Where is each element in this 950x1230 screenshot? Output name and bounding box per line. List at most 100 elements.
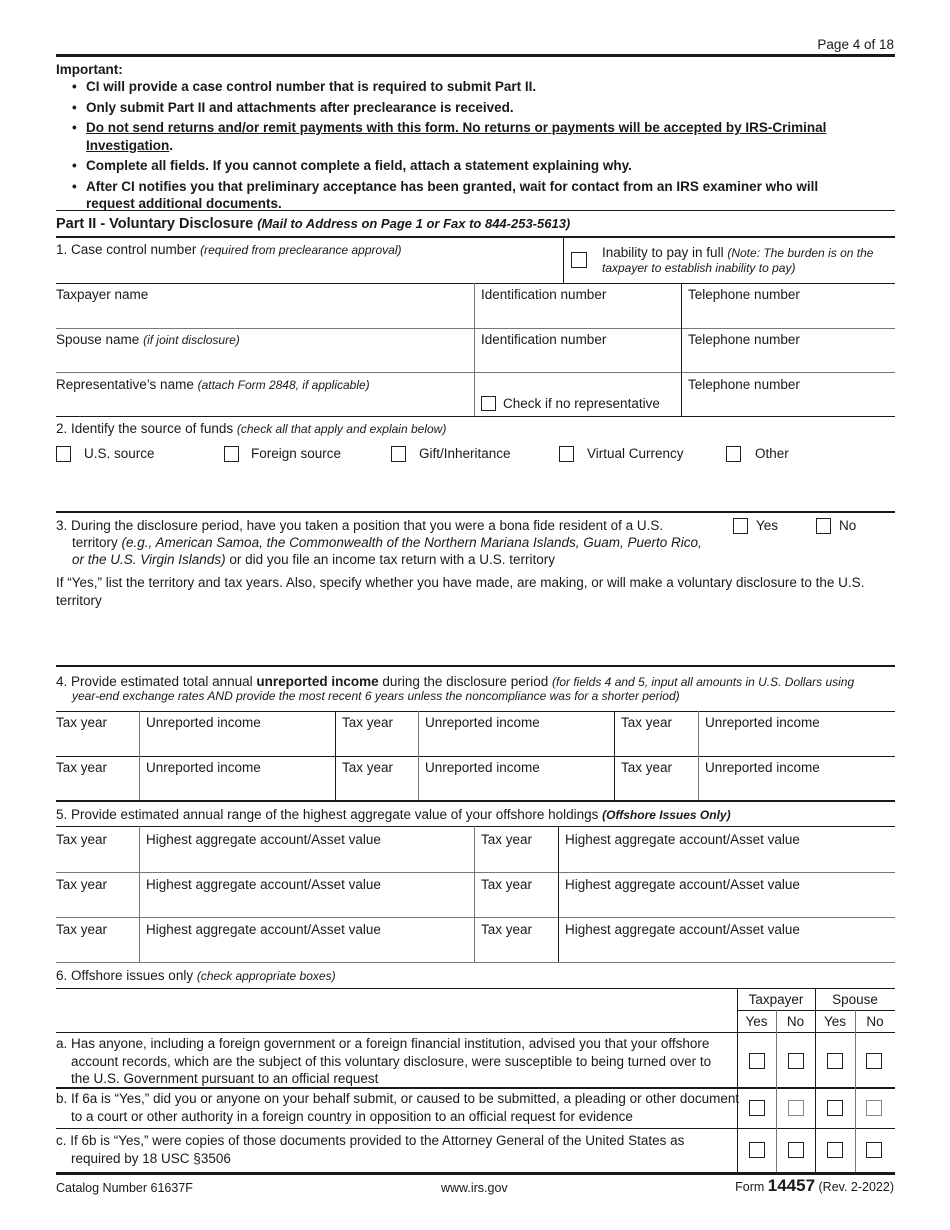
divider [56,917,895,918]
divider [56,665,895,667]
important-list: CI will provide a case control number th… [72,78,862,216]
q6-taxpayer-header: Taxpayer [748,992,804,1007]
divider [558,826,559,962]
q4-tax-year-label: Tax year [56,715,108,730]
q6b-spouse-yes-checkbox[interactable] [827,1100,843,1116]
q4-unreported-label: Unreported income [146,715,261,730]
divider [335,711,336,800]
q3-followup: If “Yes,” list the territory and tax yea… [56,575,865,608]
q4-note: year-end exchange rates AND provide the … [72,689,680,703]
divider [56,372,895,373]
q4-tax-year-label: Tax year [621,760,673,775]
divider [56,1128,895,1129]
q3-line1: 3. During the disclosure period, have yo… [56,518,664,533]
divider [614,711,615,800]
q3-yes-checkbox[interactable] [733,518,748,534]
part2-subtitle: (Mail to Address on Page 1 or Fax to 844… [257,216,571,231]
q5-tax-year-label: Tax year [56,832,108,847]
q3-yes-label: Yes [756,518,779,533]
q4-tax-year-label: Tax year [342,760,394,775]
page-number: Page 4 of 18 [817,37,894,52]
source-of-funds-label: 2. Identify the source of funds (check a… [56,421,447,436]
q6c-text: c. If 6b is “Yes,” were copies of those … [56,1133,685,1166]
q6a-taxpayer-no-checkbox[interactable] [788,1053,804,1069]
q5-tax-year-label: Tax year [481,877,533,892]
virtual-currency-label: Virtual Currency [587,446,684,461]
divider [855,1010,856,1172]
q6c-spouse-no-checkbox[interactable] [866,1142,882,1158]
q6c-taxpayer-yes-checkbox[interactable] [749,1142,765,1158]
taxpayer-id-label: Identification number [481,287,607,302]
website: www.irs.gov [441,1181,508,1195]
q3-no-label: No [839,518,857,533]
q3-line2: territory (e.g., American Samoa, the Com… [72,535,702,550]
divider [563,238,564,283]
form-number: Form 14457 (Rev. 2-2022) [735,1176,894,1195]
q4-tax-year-label: Tax year [342,715,394,730]
divider [737,988,738,1172]
q5-tax-year-label: Tax year [56,922,108,937]
q5-asset-value-label: Highest aggregate account/Asset value [565,832,800,847]
q6-taxpayer-no-header: No [786,1014,805,1029]
important-title: Important: [56,62,123,77]
q6-label: 6. Offshore issues only (check appropria… [56,968,336,983]
part2-heading: Part II - Voluntary Disclosure (Mail to … [56,215,570,234]
us-source-checkbox[interactable] [56,446,71,462]
important-bullet: After CI notifies you that preliminary a… [72,178,862,213]
divider [56,1087,895,1089]
divider [698,711,699,800]
virtual-currency-checkbox[interactable] [559,446,574,462]
q6b-spouse-no-checkbox[interactable] [866,1100,882,1116]
q4-unreported-label: Unreported income [425,715,540,730]
catalog-number: Catalog Number 61637F [56,1181,193,1195]
inability-to-pay-note: taxpayer to establish inability to pay) [602,261,796,275]
taxpayer-name-label: Taxpayer name [56,287,149,302]
q4-unreported-label: Unreported income [425,760,540,775]
divider [56,236,895,238]
no-representative-checkbox[interactable] [481,396,496,411]
representative-phone-label: Telephone number [688,377,800,392]
q6a-text: a. Has anyone, including a foreign gover… [56,1036,712,1087]
divider [56,711,895,712]
q6b-taxpayer-yes-checkbox[interactable] [749,1100,765,1116]
divider [56,416,895,417]
spouse-phone-label: Telephone number [688,332,800,347]
q5-asset-value-label: Highest aggregate account/Asset value [146,922,381,937]
q6c-spouse-yes-checkbox[interactable] [827,1142,843,1158]
q3-no-checkbox[interactable] [816,518,831,534]
q5-tax-year-label: Tax year [481,922,533,937]
other-label: Other [755,446,789,461]
part2-title: Part II - Voluntary Disclosure [56,216,254,232]
q4-unreported-label: Unreported income [705,715,820,730]
inability-to-pay-label: Inability to pay in full (Note: The burd… [602,245,874,260]
divider [56,872,895,873]
important-bullet-text: Do not send returns and/or remit payment… [86,120,827,153]
foreign-source-label: Foreign source [251,446,342,461]
gift-inheritance-checkbox[interactable] [391,446,406,462]
representative-name-label: Representative’s name (attach Form 2848,… [56,377,370,392]
q6a-taxpayer-yes-checkbox[interactable] [749,1053,765,1069]
q6a-spouse-no-checkbox[interactable] [866,1053,882,1069]
q6b-text: b. If 6a is “Yes,” did you or anyone on … [56,1091,740,1124]
case-control-label: 1. Case control number (required from pr… [56,242,402,257]
q6a-spouse-yes-checkbox[interactable] [827,1053,843,1069]
q5-tax-year-label: Tax year [56,877,108,892]
q5-asset-value-label: Highest aggregate account/Asset value [565,877,800,892]
other-checkbox[interactable] [726,446,741,462]
taxpayer-phone-label: Telephone number [688,287,800,302]
no-representative-label: Check if no representative [503,396,660,411]
spouse-name-label: Spouse name (if joint disclosure) [56,332,240,347]
foreign-source-checkbox[interactable] [224,446,239,462]
q6c-taxpayer-no-checkbox[interactable] [788,1142,804,1158]
q4-tax-year-label: Tax year [621,715,673,730]
inability-to-pay-checkbox[interactable] [571,252,587,268]
q6b-taxpayer-no-checkbox[interactable] [788,1100,804,1116]
divider [56,328,895,329]
divider [418,711,419,800]
q5-label: 5. Provide estimated annual range of the… [56,807,731,822]
q5-asset-value-label: Highest aggregate account/Asset value [565,922,800,937]
divider [56,54,895,57]
divider [56,826,895,827]
important-bullet: Do not send returns and/or remit payment… [72,119,862,154]
q5-tax-year-label: Tax year [481,832,533,847]
